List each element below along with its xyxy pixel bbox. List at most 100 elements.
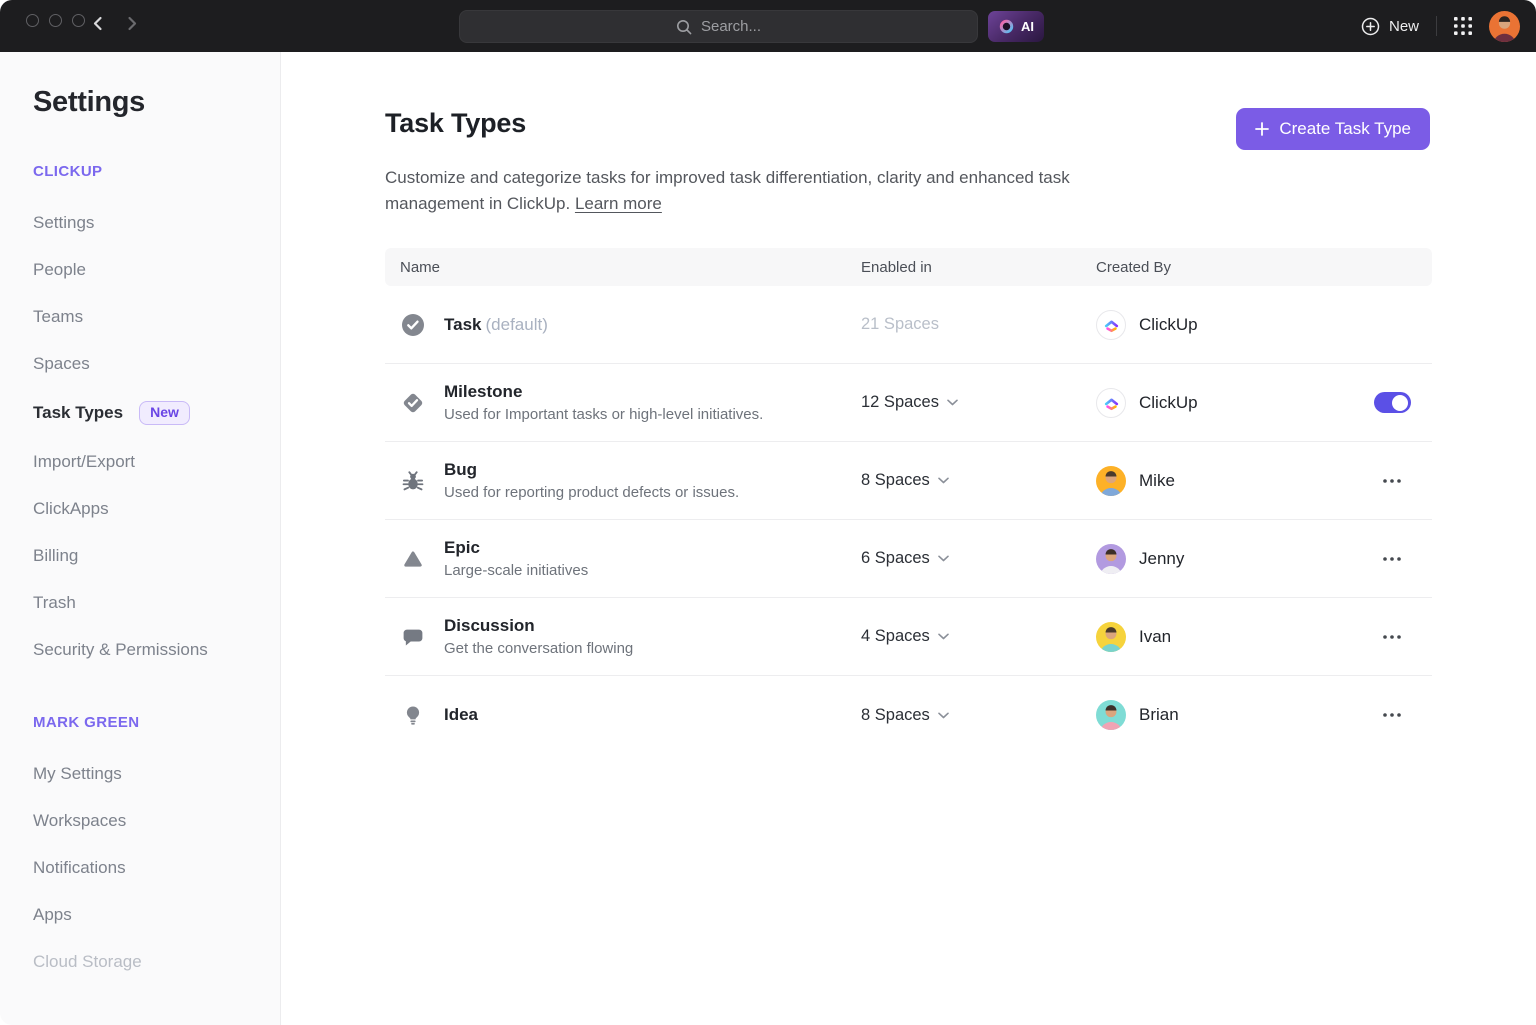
ellipsis-icon: [1382, 712, 1402, 718]
creator-cell: ClickUp: [1096, 310, 1352, 340]
creator-name: Mike: [1139, 471, 1175, 491]
discussion-bubble-icon: [398, 624, 428, 650]
clickup-logo-icon: [1096, 310, 1126, 340]
sidebar-item-cloud-storage[interactable]: Cloud Storage: [33, 952, 280, 972]
task-type-name: Epic: [444, 538, 588, 558]
creator-name: ClickUp: [1139, 393, 1198, 413]
ai-ring-icon: [998, 18, 1015, 35]
chevron-down-icon: [938, 633, 949, 640]
sidebar-item-security-permissions[interactable]: Security & Permissions: [33, 640, 280, 660]
window-control-close[interactable]: [26, 14, 39, 27]
window-controls: [26, 14, 85, 27]
sidebar-item-apps[interactable]: Apps: [33, 905, 280, 925]
nav-arrows: [92, 16, 138, 31]
create-task-type-label: Create Task Type: [1279, 119, 1411, 139]
creator-name: Ivan: [1139, 627, 1171, 647]
milestone-diamond-icon: [398, 389, 428, 417]
default-suffix: (default): [486, 315, 548, 334]
user-avatar[interactable]: [1489, 11, 1520, 42]
user-section-heading: MARK GREEN: [33, 714, 280, 731]
row-menu-button[interactable]: [1376, 550, 1408, 568]
main-content: Task Types Create Task Type Customize an…: [282, 52, 1536, 1025]
creator-name: Brian: [1139, 705, 1179, 725]
workspace-section-heading: CLICKUP: [33, 163, 280, 180]
enabled-in-dropdown[interactable]: 12 Spaces: [861, 393, 1096, 412]
creator-avatar: [1096, 544, 1126, 574]
chevron-down-icon: [938, 712, 949, 719]
column-header-enabled-in: Enabled in: [861, 259, 1096, 276]
task-type-description: Large-scale initiatives: [444, 562, 588, 579]
row-menu-button[interactable]: [1376, 472, 1408, 490]
sidebar-item-workspaces[interactable]: Workspaces: [33, 811, 280, 831]
ai-button-label: AI: [1021, 19, 1034, 34]
new-badge: New: [139, 401, 190, 425]
enabled-in-dropdown[interactable]: 6 Spaces: [861, 549, 1096, 568]
create-task-type-button[interactable]: Create Task Type: [1236, 108, 1430, 150]
sidebar-item-people[interactable]: People: [33, 260, 280, 280]
task-type-name: Milestone: [444, 382, 763, 402]
sidebar-item-trash[interactable]: Trash: [33, 593, 280, 613]
column-header-created-by: Created By: [1096, 259, 1352, 276]
creator-avatar: [1096, 622, 1126, 652]
search-placeholder: Search...: [701, 18, 761, 35]
settings-sidebar: Settings CLICKUP Settings People Teams S…: [0, 52, 281, 1025]
epic-triangle-icon: [398, 546, 428, 572]
app-grid-button[interactable]: [1454, 17, 1472, 35]
sidebar-item-teams[interactable]: Teams: [33, 307, 280, 327]
task-type-description: Used for reporting product defects or is…: [444, 484, 739, 501]
plus-icon: [1255, 122, 1269, 136]
creator-avatar: [1096, 466, 1126, 496]
chevron-down-icon: [938, 477, 949, 484]
ellipsis-icon: [1382, 556, 1402, 562]
sidebar-item-import-export[interactable]: Import/Export: [33, 452, 280, 472]
person-icon: [1489, 11, 1520, 42]
task-type-name: Bug: [444, 460, 739, 480]
sidebar-item-billing[interactable]: Billing: [33, 546, 280, 566]
plus-circle-icon: [1361, 17, 1380, 36]
sidebar-item-clickapps[interactable]: ClickApps: [33, 499, 280, 519]
sidebar-title: Settings: [33, 86, 280, 119]
table-header: Name Enabled in Created By: [385, 248, 1432, 286]
ai-button[interactable]: AI: [988, 11, 1044, 42]
sidebar-item-task-types[interactable]: Task Types New: [33, 401, 280, 425]
sidebar-item-spaces[interactable]: Spaces: [33, 354, 280, 374]
sidebar-item-settings[interactable]: Settings: [33, 213, 280, 233]
task-type-name: Task: [444, 315, 482, 334]
search-icon: [676, 19, 692, 35]
table-row-task: Task(default) 21 Spaces ClickUp: [385, 286, 1432, 364]
sidebar-item-notifications[interactable]: Notifications: [33, 858, 280, 878]
enabled-in-dropdown[interactable]: 8 Spaces: [861, 471, 1096, 490]
enabled-in-dropdown[interactable]: 4 Spaces: [861, 627, 1096, 646]
page-description: Customize and categorize tasks for impro…: [385, 165, 1085, 217]
idea-lightbulb-icon: [398, 702, 428, 728]
row-menu-button[interactable]: [1376, 706, 1408, 724]
creator-name: ClickUp: [1139, 315, 1198, 335]
grid-icon: [1454, 17, 1472, 35]
creator-avatar: [1096, 700, 1126, 730]
column-header-name: Name: [385, 259, 861, 276]
task-type-name: Idea: [444, 705, 478, 724]
chevron-down-icon: [947, 399, 958, 406]
task-type-description: Used for Important tasks or high-level i…: [444, 406, 763, 423]
creator-cell: Brian: [1096, 700, 1352, 730]
back-icon[interactable]: [92, 16, 103, 31]
sidebar-item-my-settings[interactable]: My Settings: [33, 764, 280, 784]
creator-cell: Mike: [1096, 466, 1352, 496]
chevron-down-icon: [938, 555, 949, 562]
top-bar: Search... AI New: [0, 0, 1536, 52]
new-button[interactable]: New: [1361, 17, 1419, 36]
ellipsis-icon: [1382, 634, 1402, 640]
creator-cell: Jenny: [1096, 544, 1352, 574]
table-row-idea: Idea 8 Spaces Brian: [385, 676, 1432, 754]
search-input[interactable]: Search...: [459, 10, 978, 43]
ellipsis-icon: [1382, 478, 1402, 484]
window-control-minimize[interactable]: [49, 14, 62, 27]
enable-toggle-on[interactable]: [1374, 392, 1411, 413]
table-row-epic: Epic Large-scale initiatives 6 Spaces Je…: [385, 520, 1432, 598]
row-menu-button[interactable]: [1376, 628, 1408, 646]
enabled-in-dropdown[interactable]: 8 Spaces: [861, 706, 1096, 725]
window-control-maximize[interactable]: [72, 14, 85, 27]
page-title: Task Types: [385, 108, 526, 139]
forward-icon[interactable]: [127, 16, 138, 31]
learn-more-link[interactable]: Learn more: [575, 194, 662, 213]
